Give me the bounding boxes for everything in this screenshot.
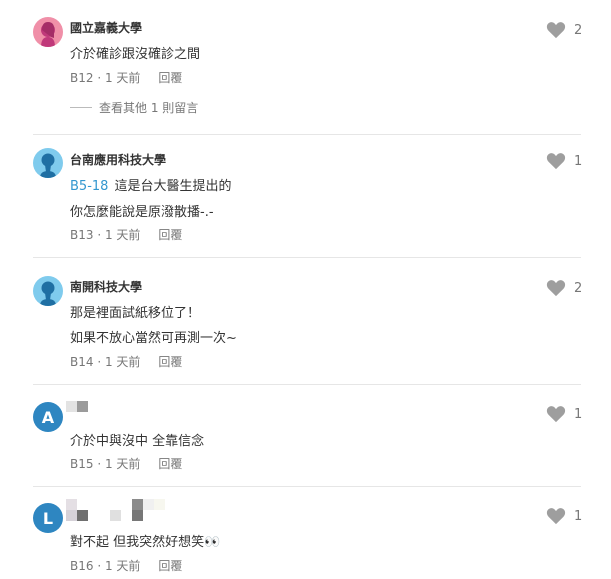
- comment-meta: B12 · 1 天前 回覆: [70, 71, 183, 85]
- divider: [33, 257, 581, 258]
- comment-text: 你怎麼能說是原潑散播-.-: [70, 205, 214, 220]
- like-count: 2: [574, 22, 583, 38]
- floor-number: B15: [70, 457, 94, 471]
- timestamp: 1 天前: [104, 457, 141, 471]
- female-avatar-icon: [41, 22, 55, 47]
- like-button[interactable]: 1: [546, 152, 582, 170]
- divider: [33, 134, 581, 135]
- floor-number: B13: [70, 228, 94, 242]
- male-avatar-icon: [40, 281, 56, 306]
- timestamp: 1 天前: [104, 559, 141, 573]
- heart-icon: [546, 508, 566, 525]
- like-button[interactable]: 2: [546, 279, 582, 297]
- divider: [33, 486, 581, 487]
- like-count: 2: [574, 280, 583, 296]
- reply-button[interactable]: 回覆: [158, 559, 182, 573]
- reply-button[interactable]: 回覆: [158, 71, 182, 85]
- author-name-redacted[interactable]: [66, 499, 165, 521]
- timestamp: 1 天前: [104, 71, 141, 85]
- view-more-label: 查看其他 1 則留言: [99, 101, 199, 115]
- avatar[interactable]: [33, 148, 63, 178]
- author-name[interactable]: 南開科技大學: [70, 278, 142, 295]
- comment-text: 介於中與沒中 全靠信念: [70, 434, 205, 449]
- like-count: 1: [574, 508, 583, 524]
- author-name[interactable]: 台南應用科技大學: [70, 151, 166, 168]
- floor-number: B12: [70, 71, 94, 85]
- heart-icon: [546, 406, 566, 423]
- reply-reference-link[interactable]: B5-18: [70, 179, 108, 194]
- timestamp: 1 天前: [104, 355, 141, 369]
- floor-number: B14: [70, 355, 94, 369]
- comment-text: B5-18 這是台大醫生提出的: [70, 179, 232, 194]
- avatar[interactable]: [33, 276, 63, 306]
- avatar[interactable]: [33, 17, 63, 47]
- comment-meta: B14 · 1 天前 回覆: [70, 355, 183, 369]
- heart-icon: [546, 280, 566, 297]
- avatar[interactable]: L: [33, 503, 63, 533]
- author-name[interactable]: 國立嘉義大學: [70, 19, 142, 36]
- floor-number: B16: [70, 559, 94, 573]
- comment-meta: B16 · 1 天前 回覆: [70, 559, 183, 573]
- reply-button[interactable]: 回覆: [158, 228, 182, 242]
- reply-button[interactable]: 回覆: [158, 355, 182, 369]
- author-name-redacted[interactable]: [66, 401, 88, 412]
- like-count: 1: [574, 153, 583, 169]
- like-button[interactable]: 1: [546, 507, 582, 525]
- view-more-replies[interactable]: 查看其他 1 則留言: [70, 99, 198, 116]
- avatar[interactable]: A: [33, 402, 63, 432]
- more-dash: [70, 107, 92, 108]
- comment-meta: B15 · 1 天前 回覆: [70, 457, 183, 471]
- divider: [33, 384, 581, 385]
- comment-text: 那是裡面試紙移位了！: [70, 306, 201, 321]
- like-count: 1: [574, 406, 583, 422]
- comment-text: 如果不放心當然可再測一次~: [70, 331, 237, 346]
- heart-icon: [546, 153, 566, 170]
- timestamp: 1 天前: [104, 228, 141, 242]
- comment-meta: B13 · 1 天前 回覆: [70, 228, 183, 242]
- like-button[interactable]: 2: [546, 21, 582, 39]
- male-avatar-icon: [40, 153, 56, 178]
- like-button[interactable]: 1: [546, 405, 582, 423]
- reply-button[interactable]: 回覆: [158, 457, 182, 471]
- heart-icon: [546, 22, 566, 39]
- comment-text: 對不起 但我突然好想笑👀: [70, 535, 221, 550]
- comment-text: 介於確診跟沒確診之間: [70, 47, 201, 62]
